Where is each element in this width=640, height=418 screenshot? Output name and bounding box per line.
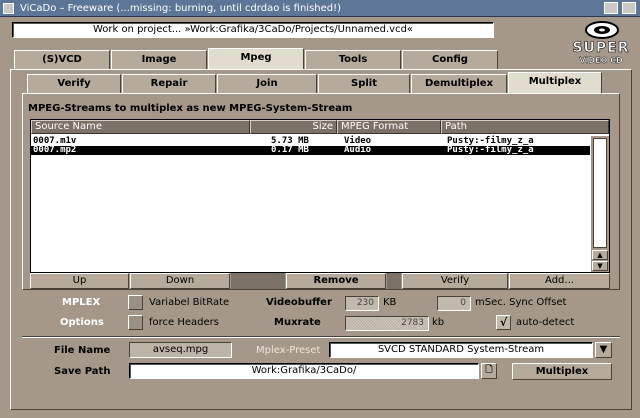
preset-label: Mplex-Preset: [256, 345, 321, 356]
multiplex-button[interactable]: Multiplex: [512, 363, 612, 380]
tab-mpeg[interactable]: Mpeg: [208, 48, 304, 69]
row-size: 0.17 MB: [271, 145, 309, 155]
subtab-repair[interactable]: Repair: [122, 74, 216, 93]
up-button[interactable]: Up: [30, 273, 129, 289]
row-source: 0007.mp2: [33, 145, 77, 155]
scrollbar-knob[interactable]: [593, 138, 607, 248]
status-field: Work on project... »Work:Grafika/3CaDo/P…: [12, 22, 494, 38]
options-label: Options: [60, 317, 104, 328]
super-video-cd-logo: SUPER VIDEO CD: [566, 20, 636, 66]
subtab-verify[interactable]: Verify: [27, 74, 121, 93]
table-row-selected[interactable]: 0007.mp2 0.17 MB Audio Pusty:-filmy_z_a: [31, 146, 590, 155]
col-size[interactable]: Size: [250, 120, 337, 134]
muxrate-label: Muxrate: [274, 317, 321, 328]
subtab-join[interactable]: Join: [217, 74, 317, 93]
subtab-demultiplex[interactable]: Demultiplex: [411, 74, 507, 93]
videobuffer-input[interactable]: 230: [345, 296, 379, 311]
zoom-icon[interactable]: [604, 2, 618, 14]
file-requester-icon[interactable]: 🗋: [481, 363, 497, 379]
sync-offset-label: mSec. Sync Offset: [475, 297, 567, 308]
preset-dropdown-icon[interactable]: ▼: [595, 342, 612, 358]
save-path-label: Save Path: [54, 366, 111, 377]
depth-icon[interactable]: [622, 2, 636, 14]
tab-image[interactable]: Image: [111, 50, 207, 69]
auto-detect-label: auto-detect: [516, 317, 575, 328]
down-button[interactable]: Down: [130, 273, 230, 289]
muxrate-unit: kb: [432, 317, 445, 328]
preset-field: SVCD STANDARD System-Stream: [329, 342, 593, 358]
tab-tools[interactable]: Tools: [305, 50, 401, 69]
tab-svcd[interactable]: (S)VCD: [14, 50, 110, 69]
button-spacer: [387, 273, 401, 289]
col-path[interactable]: Path: [441, 120, 609, 134]
scroll-down-icon[interactable]: ▼: [592, 261, 608, 271]
row-format: Audio: [344, 145, 372, 155]
status-text: Work on project... »Work:Grafika/3CaDo/P…: [92, 24, 414, 35]
file-name-field: avseq.mpg: [129, 342, 232, 358]
logo-line2: VIDEO CD: [579, 56, 623, 65]
variabel-bitrate-label: Variabel BitRate: [149, 297, 230, 308]
row-path: Pusty:-filmy_z_a: [447, 145, 534, 155]
file-name-label: File Name: [54, 345, 111, 356]
col-source-name[interactable]: Source Name: [31, 120, 250, 134]
add-button[interactable]: Add...: [509, 273, 610, 289]
sync-offset-input[interactable]: 0: [437, 296, 471, 311]
stream-list[interactable]: Source Name Size MPEG Format Path 0007.m…: [30, 119, 610, 273]
save-path-input[interactable]: Work:Grafika/3CaDo/: [129, 363, 479, 379]
videobuffer-unit: KB: [383, 297, 397, 308]
group-title: MPEG-Streams to multiplex as new MPEG-Sy…: [28, 103, 353, 114]
subtab-multiplex[interactable]: Multiplex: [508, 72, 602, 93]
muxrate-input[interactable]: 2783: [345, 316, 429, 331]
scroll-up-icon[interactable]: ▲: [592, 250, 608, 260]
button-spacer: [231, 273, 285, 289]
list-scrollbar[interactable]: ▲ ▼: [591, 136, 609, 272]
divider: [22, 336, 620, 338]
force-headers-label: force Headers: [149, 317, 219, 328]
window-titlebar[interactable]: ViCaDo – Freeware (...missing: burning, …: [0, 0, 640, 17]
col-mpeg-format[interactable]: MPEG Format: [337, 120, 441, 134]
close-icon[interactable]: [3, 3, 14, 14]
variabel-bitrate-checkbox[interactable]: [128, 295, 143, 310]
subtab-split[interactable]: Split: [318, 74, 410, 93]
logo-line1: SUPER: [572, 40, 630, 57]
verify-button[interactable]: Verify: [402, 273, 508, 289]
auto-detect-checkbox[interactable]: √: [496, 315, 511, 330]
tab-config[interactable]: Config: [402, 50, 498, 69]
mplex-label: MPLEX: [62, 297, 101, 308]
window-title: ViCaDo – Freeware (...missing: burning, …: [20, 3, 342, 14]
force-headers-checkbox[interactable]: [128, 315, 143, 330]
remove-button[interactable]: Remove: [286, 273, 386, 289]
videobuffer-label: Videobuffer: [266, 297, 332, 308]
